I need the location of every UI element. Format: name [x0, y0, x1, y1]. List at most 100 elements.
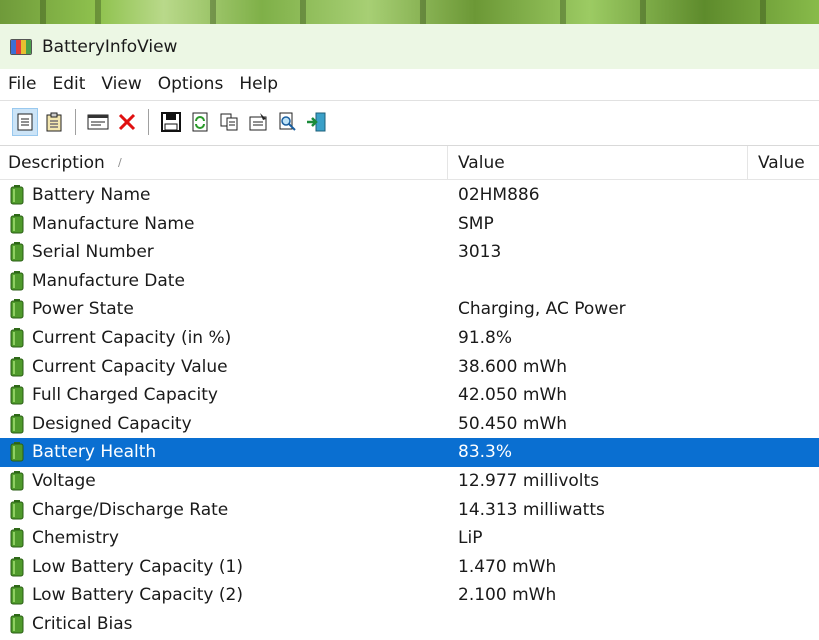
battery-icon: [10, 585, 24, 605]
row-description: Battery Health: [32, 442, 157, 463]
battery-icon: [10, 356, 24, 377]
sort-indicator-icon: ∕: [118, 156, 122, 169]
table-row[interactable]: Current Capacity Value 38.600 mWh: [0, 353, 819, 382]
list-view-icon: [46, 112, 62, 132]
menu-edit[interactable]: Edit: [44, 69, 93, 100]
row-description: Current Capacity Value: [32, 356, 228, 377]
battery-icon: [10, 413, 24, 434]
table-row[interactable]: Critical Bias: [0, 610, 819, 639]
refresh-button[interactable]: [187, 108, 213, 136]
row-description: Serial Number: [32, 242, 154, 263]
table-row[interactable]: Manufacture Name SMP: [0, 210, 819, 239]
row-description: Power State: [32, 299, 134, 320]
row-value: 91.8%: [458, 327, 513, 348]
find-icon: [279, 112, 296, 131]
menu-file[interactable]: File: [0, 69, 44, 100]
row-description: Manufacture Name: [32, 213, 195, 234]
row-description: Charge/Discharge Rate: [32, 499, 229, 520]
menu-options[interactable]: Options: [150, 69, 232, 100]
table-row[interactable]: Current Capacity (in %) 91.8%: [0, 324, 819, 353]
property-list: Battery Name 02HM886 Manufacture Name SMP Se…: [0, 181, 819, 639]
battery-icon: [10, 270, 24, 291]
row-value: 38.600 mWh: [458, 356, 568, 377]
row-value: 50.450 mWh: [458, 413, 568, 434]
row-value: 14.313 milliwatts: [458, 499, 605, 520]
toolbar: [0, 100, 819, 143]
desktop-wallpaper-strip: [0, 0, 819, 24]
battery-icon: [10, 528, 24, 548]
table-row[interactable]: Power State Charging, AC Power: [0, 295, 819, 324]
row-description: Voltage: [32, 470, 96, 491]
battery-app-icon: [10, 38, 32, 55]
row-description: Battery Name: [32, 185, 151, 205]
column-divider[interactable]: [447, 146, 448, 180]
copy-button[interactable]: [216, 108, 242, 136]
table-row[interactable]: Full Charged Capacity 42.050 mWh: [0, 381, 819, 410]
row-value: 1.470 mWh: [458, 556, 557, 577]
battery-icon: [10, 613, 24, 634]
table-row[interactable]: Designed Capacity 50.450 mWh: [0, 410, 819, 439]
exit-button[interactable]: [303, 108, 329, 136]
table-row[interactable]: Voltage 12.977 millivolts: [0, 467, 819, 496]
row-value: Charging, AC Power: [458, 299, 626, 320]
window-button[interactable]: [85, 108, 111, 136]
row-description: Full Charged Capacity: [32, 385, 218, 406]
battery-icon: [10, 556, 24, 577]
properties-icon: [249, 113, 267, 131]
row-value: 83.3%: [458, 442, 513, 463]
row-description: Low Battery Capacity (1): [32, 556, 243, 577]
battery-icon: [10, 442, 24, 462]
row-value: 02HM886: [458, 185, 540, 205]
row-description: Current Capacity (in %): [32, 327, 232, 348]
row-value: SMP: [458, 213, 494, 234]
properties-view-button[interactable]: [12, 108, 38, 136]
menu-view[interactable]: View: [93, 69, 149, 100]
properties-view-icon: [17, 113, 33, 131]
toolbar-separator: [75, 109, 76, 135]
table-row[interactable]: Battery Name 02HM886: [0, 181, 819, 210]
refresh-icon: [192, 112, 208, 132]
menu-help[interactable]: Help: [231, 69, 286, 100]
row-value: LiP: [458, 528, 483, 549]
table-row[interactable]: Low Battery Capacity (1) 1.470 mWh: [0, 553, 819, 582]
row-value: 3013: [458, 242, 502, 263]
battery-icon: [10, 185, 24, 205]
copy-icon: [220, 113, 238, 131]
delete-x-icon: [118, 113, 136, 131]
row-description: Chemistry: [32, 528, 119, 549]
column-header: Description ∕ Value Value: [0, 145, 819, 180]
column-header-value-2[interactable]: Value: [758, 146, 805, 180]
window-title: BatteryInfoView: [42, 36, 178, 57]
battery-icon: [10, 385, 24, 405]
properties-button[interactable]: [245, 108, 271, 136]
row-value: 42.050 mWh: [458, 385, 568, 406]
title-bar[interactable]: BatteryInfoView: [0, 24, 819, 69]
table-row[interactable]: Low Battery Capacity (2) 2.100 mWh: [0, 581, 819, 610]
row-description: Manufacture Date: [32, 270, 185, 291]
list-view-button[interactable]: [41, 108, 67, 136]
row-description: Designed Capacity: [32, 413, 192, 434]
save-button[interactable]: [158, 108, 184, 136]
find-button[interactable]: [274, 108, 300, 136]
row-description: Critical Bias: [32, 613, 133, 634]
table-row[interactable]: Manufacture Date: [0, 267, 819, 296]
column-divider[interactable]: [747, 146, 748, 180]
save-icon: [161, 112, 181, 132]
exit-icon: [307, 112, 326, 132]
menu-bar: File Edit View Options Help: [0, 69, 819, 100]
table-row[interactable]: Battery Health 83.3%: [0, 438, 819, 467]
row-value: 12.977 millivolts: [458, 470, 600, 491]
battery-icon: [10, 499, 24, 520]
column-header-value[interactable]: Value: [458, 146, 505, 180]
battery-icon: [10, 327, 24, 348]
table-row[interactable]: Charge/Discharge Rate 14.313 milliwatts: [0, 496, 819, 525]
table-row[interactable]: Chemistry LiP: [0, 524, 819, 553]
column-header-description[interactable]: Description: [8, 146, 105, 180]
delete-button[interactable]: [114, 108, 140, 136]
toolbar-separator: [148, 109, 149, 135]
table-row[interactable]: Serial Number 3013: [0, 238, 819, 267]
row-value: 2.100 mWh: [458, 585, 557, 606]
battery-icon: [10, 213, 24, 234]
window-icon: [87, 114, 109, 130]
row-description: Low Battery Capacity (2): [32, 585, 243, 606]
